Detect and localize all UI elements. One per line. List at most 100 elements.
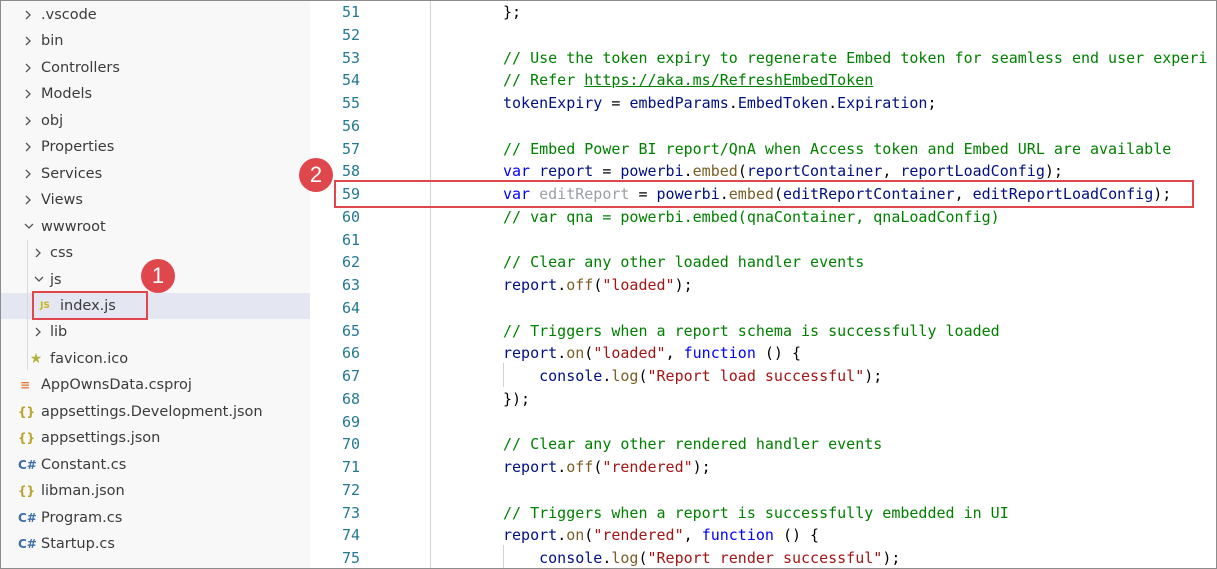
chevron-right-icon[interactable]: [22, 2, 34, 28]
code-token: );: [674, 276, 693, 294]
explorer-item[interactable]: Controllers: [1, 55, 310, 81]
step-badge-2: 2: [299, 158, 333, 192]
explorer-item[interactable]: {} appsettings.Development.json: [1, 399, 310, 425]
code-line[interactable]: 57 // Embed Power BI report/QnA when Acce…: [310, 138, 1216, 161]
chevron-down-icon[interactable]: [32, 267, 44, 293]
code-line[interactable]: 56: [310, 115, 1216, 138]
chevron-right-icon[interactable]: [32, 240, 44, 266]
chevron-right-icon[interactable]: [22, 187, 34, 213]
code-editor[interactable]: 51}; 52 53// Use the token expiry to regen…: [310, 1, 1216, 568]
chevron-right-icon[interactable]: [22, 161, 34, 187]
code-line[interactable]: 69: [310, 411, 1216, 434]
code-token: // Refer: [503, 71, 585, 90]
explorer-item[interactable]: ≡ AppOwnsData.csproj: [1, 372, 310, 398]
code-token: on: [566, 344, 585, 363]
code-line[interactable]: 54 // Refer https://aka.ms/RefreshEmbedTo…: [310, 69, 1216, 92]
code-line[interactable]: 72: [310, 479, 1216, 502]
code-token: .: [557, 526, 567, 545]
explorer-item-label: AppOwnsData.csproj: [41, 377, 192, 394]
explorer-item-label: Models: [41, 86, 93, 103]
explorer-item[interactable]: Views: [1, 187, 310, 213]
code-token: report: [539, 162, 594, 181]
line-number: 54: [341, 71, 360, 90]
explorer-item[interactable]: {} appsettings.json: [1, 425, 310, 451]
chevron-down-icon[interactable]: [22, 214, 34, 240]
explorer-item[interactable]: C# Startup.cs: [1, 531, 310, 557]
code-line[interactable]: 52: [310, 24, 1216, 47]
line-number: 52: [341, 25, 360, 44]
code-text: report.on("loaded", function () {: [503, 342, 801, 365]
code-text: report.on("rendered", function () {: [503, 524, 819, 547]
code-line[interactable]: 66 report.on("loaded", function () {: [310, 342, 1216, 365]
chevron-right-icon[interactable]: [22, 81, 34, 107]
chevron-right-icon[interactable]: [22, 55, 34, 81]
chevron-right-icon[interactable]: [32, 319, 44, 345]
explorer-item[interactable]: C# Constant.cs: [1, 452, 310, 478]
line-number: 69: [341, 412, 360, 431]
code-line[interactable]: 71 report.off("rendered");: [310, 456, 1216, 479]
explorer-item[interactable]: bin: [1, 28, 310, 54]
code-token: ,: [665, 344, 684, 363]
explorer-item[interactable]: lib: [1, 319, 310, 345]
explorer-item-label: appsettings.Development.json: [41, 403, 263, 420]
explorer-item[interactable]: obj: [1, 108, 310, 134]
code-token: embed: [692, 162, 738, 181]
code-line[interactable]: 51};: [310, 1, 1216, 24]
code-token[interactable]: https://aka.ms/RefreshEmbedToken: [584, 71, 873, 89]
code-line[interactable]: 64: [310, 297, 1216, 320]
code-text: console.log("Report load successful");: [503, 365, 882, 388]
code-token: // Triggers when a report is successfull…: [503, 503, 1009, 522]
explorer-item[interactable]: Models: [1, 81, 310, 107]
code-token: (: [593, 458, 603, 476]
code-token: .: [683, 162, 693, 181]
code-token: .: [557, 458, 567, 476]
line-number: 64: [341, 298, 360, 317]
chevron-right-icon[interactable]: [22, 134, 34, 160]
code-text: report.off("rendered");: [503, 456, 711, 479]
code-line[interactable]: 62 // Clear any other loaded handler even…: [310, 251, 1216, 274]
indent-guide: [503, 363, 504, 387]
json-braces-icon: {}: [18, 404, 36, 419]
code-line[interactable]: 67 console.log("Report load successful")…: [310, 365, 1216, 388]
explorer-item[interactable]: Services: [1, 161, 310, 187]
code-text: // Clear any other rendered handler even…: [503, 433, 882, 456]
code-token: log: [611, 367, 639, 385]
line-number: 66: [341, 344, 360, 363]
code-token: powerbi: [620, 162, 684, 181]
code-line[interactable]: 61: [310, 229, 1216, 252]
explorer-item[interactable]: .vscode: [1, 2, 310, 28]
code-line[interactable]: 75 console.log("Report render successful…: [310, 547, 1216, 568]
rss-icon: ≡: [19, 378, 31, 393]
code-token: });: [503, 389, 531, 408]
code-line[interactable]: 68});: [310, 388, 1216, 411]
line-number: 74: [341, 526, 360, 545]
code-line[interactable]: 65 // Triggers when a report schema is su…: [310, 320, 1216, 343]
code-line[interactable]: 73 // Triggers when a report is successfu…: [310, 502, 1216, 525]
explorer-item[interactable]: C# Program.cs: [1, 505, 310, 531]
line-number: 72: [341, 480, 360, 499]
code-token: =: [593, 162, 621, 181]
json-braces-icon: {}: [18, 484, 36, 499]
code-line[interactable]: 55 tokenExpiry = embedParams.EmbedToken.E…: [310, 92, 1216, 115]
explorer-item[interactable]: {} libman.json: [1, 478, 310, 504]
explorer-item[interactable]: ★ favicon.ico: [1, 346, 310, 372]
highlight-line-59: [334, 180, 1194, 208]
code-token: ;: [927, 94, 937, 112]
explorer-item[interactable]: Properties: [1, 134, 310, 160]
code-token: function: [701, 526, 774, 545]
code-line[interactable]: 70 // Clear any other rendered handler ev…: [310, 433, 1216, 456]
code-line[interactable]: 74 report.on("rendered", function () {: [310, 524, 1216, 547]
code-token: (: [593, 276, 603, 294]
code-token: report: [503, 526, 558, 545]
code-line[interactable]: 63 report.off("loaded");: [310, 274, 1216, 297]
code-token: .: [828, 94, 838, 112]
code-token: (: [638, 549, 648, 567]
code-line[interactable]: 60 // var qna = powerbi.embed(qnaContaine…: [310, 206, 1216, 229]
code-line[interactable]: 53 // Use the token expiry to regenerate …: [310, 47, 1216, 70]
explorer-item[interactable]: wwwroot: [1, 214, 310, 240]
code-token: ,: [882, 162, 901, 181]
code-token: );: [882, 549, 901, 567]
chevron-right-icon[interactable]: [22, 108, 34, 134]
chevron-right-icon[interactable]: [22, 28, 34, 54]
